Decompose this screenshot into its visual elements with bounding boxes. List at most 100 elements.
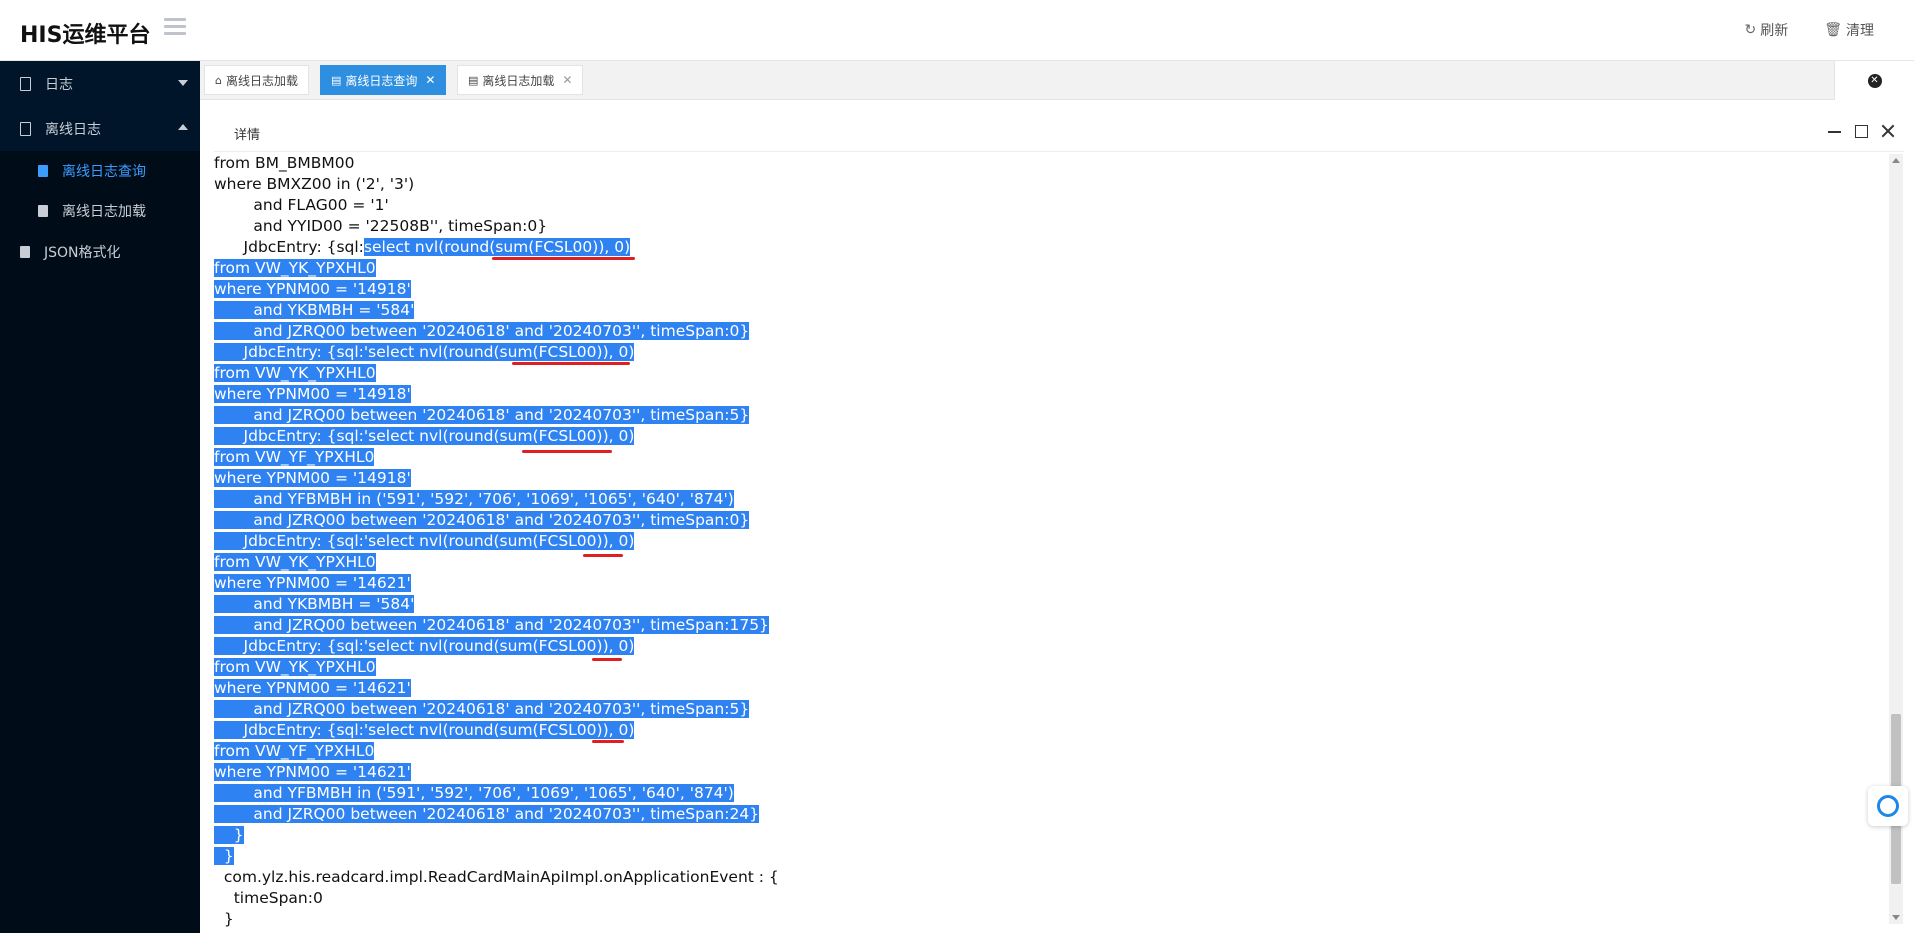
selected-text: and YFBMBH in ('591', '592', '706', '106… xyxy=(214,784,734,802)
log-line: and YFBMBH in ('591', '592', '706', '106… xyxy=(214,783,734,804)
log-line: and JZRQ00 between '20240618' and '20240… xyxy=(214,804,760,825)
selected-text: } xyxy=(214,847,234,865)
assistant-float-button[interactable] xyxy=(1868,786,1908,826)
red-underline-mark xyxy=(512,362,630,365)
log-line: and FLAG00 = '1' xyxy=(214,195,389,216)
log-line: and YFBMBH in ('591', '592', '706', '106… xyxy=(214,489,734,510)
log-line-text: JdbcEntry: {sql: xyxy=(214,238,364,256)
log-line: and YKBMBH = '584' xyxy=(214,594,415,615)
selected-text: from VW_YK_YPXHL0 xyxy=(214,658,376,676)
close-icon[interactable] xyxy=(1880,123,1896,139)
refresh-label: 刷新 xyxy=(1760,23,1789,39)
selected-text: where YPNM00 = '14918' xyxy=(214,469,411,487)
sidebar-item-offline-log-query[interactable]: 离线日志查询 xyxy=(0,151,200,191)
selected-text: where YPNM00 = '14918' xyxy=(214,280,411,298)
selected-text: where YPNM00 = '14621' xyxy=(214,574,411,592)
scroll-down-icon[interactable] xyxy=(1892,915,1900,920)
selected-text: JdbcEntry: {sql:'select nvl(round(sum(FC… xyxy=(214,637,635,655)
selected-text: and YKBMBH = '584' xyxy=(214,301,415,319)
red-underline-mark xyxy=(492,257,635,260)
file-icon xyxy=(20,121,31,136)
log-line-text: from BM_BMBM00 xyxy=(214,154,355,172)
document-icon xyxy=(20,246,30,258)
selected-text: JdbcEntry: {sql:'select nvl(round(sum(FC… xyxy=(214,532,635,550)
caret-up-icon xyxy=(178,124,188,130)
selected-text: and YKBMBH = '584' xyxy=(214,595,415,613)
log-line: and YYID00 = '22508B'', timeSpan:0} xyxy=(214,216,547,237)
selected-text: and JZRQ00 between '20240618' and '20240… xyxy=(214,511,750,529)
sync-icon xyxy=(1877,795,1899,817)
log-line: JdbcEntry: {sql:'select nvl(round(sum(FC… xyxy=(214,426,635,447)
tab-label: 离线日志加载 xyxy=(225,73,298,88)
log-line: } xyxy=(214,825,244,846)
maximize-icon[interactable] xyxy=(1855,125,1868,138)
log-line: JdbcEntry: {sql:'select nvl(round(sum(FC… xyxy=(214,342,635,363)
close-icon[interactable]: ✕ xyxy=(562,73,572,87)
minimize-icon[interactable] xyxy=(1827,123,1843,139)
app-title: HIS运维平台 xyxy=(20,23,151,48)
log-line: from VW_YK_YPXHL0 xyxy=(214,258,376,279)
log-line: where BMXZ00 in ('2', '3') xyxy=(214,174,414,195)
selected-text: and JZRQ00 between '20240618' and '20240… xyxy=(214,616,769,634)
log-line: from VW_YK_YPXHL0 xyxy=(214,363,376,384)
document-icon xyxy=(38,205,48,217)
log-line: where YPNM00 = '14918' xyxy=(214,468,411,489)
log-line: where YPNM00 = '14621' xyxy=(214,678,411,699)
red-underline-mark xyxy=(583,554,623,557)
sidebar-item-json-format[interactable]: JSON格式化 xyxy=(0,231,200,273)
selected-text: JdbcEntry: {sql:'select nvl(round(sum(FC… xyxy=(214,343,635,361)
tab-offline-log-load[interactable]: ▤ 离线日志加载 ✕ xyxy=(457,65,584,95)
log-line: JdbcEntry: {sql:'select nvl(round(sum(FC… xyxy=(214,636,635,657)
selected-text: from VW_YK_YPXHL0 xyxy=(214,259,376,277)
tab-offline-log-load-home[interactable]: ⌂ 离线日志加载 xyxy=(204,65,309,95)
close-circle-icon: ✕ xyxy=(1867,73,1882,88)
selected-text: from VW_YF_YPXHL0 xyxy=(214,742,375,760)
selected-text: and YFBMBH in ('591', '592', '706', '106… xyxy=(214,490,734,508)
document-icon: ▤ xyxy=(468,73,479,87)
top-header: HIS运维平台 ↻ 刷新 🗑 清理 xyxy=(0,0,1914,61)
clear-label: 清理 xyxy=(1846,23,1874,39)
sidebar-item-offline-log-load[interactable]: 离线日志加载 xyxy=(0,191,200,231)
detail-panel: 详情 from BM_BMBM00 where BMXZ00 in ('2', '… xyxy=(214,113,1904,933)
selected-text: from VW_YF_YPXHL0 xyxy=(214,448,375,466)
red-underline-mark xyxy=(522,450,612,453)
log-line: JdbcEntry: {sql:'select nvl(round(sum(FC… xyxy=(214,531,635,552)
log-line-text: com.ylz.his.readcard.impl.ReadCardMainAp… xyxy=(214,868,779,886)
log-line: and JZRQ00 between '20240618' and '20240… xyxy=(214,321,750,342)
tab-label: 离线日志加载 xyxy=(482,73,555,88)
log-line: } xyxy=(214,846,234,867)
log-line: where YPNM00 = '14621' xyxy=(214,573,411,594)
scroll-up-icon[interactable] xyxy=(1892,158,1900,163)
log-line: and JZRQ00 between '20240618' and '20240… xyxy=(214,510,750,531)
log-line: JdbcEntry: {sql:'select nvl(round(sum(FC… xyxy=(214,720,635,741)
close-all-tabs-button[interactable]: ✕ xyxy=(1834,61,1914,100)
panel-controls xyxy=(1827,123,1896,139)
log-content[interactable]: from BM_BMBM00where BMXZ00 in ('2', '3')… xyxy=(214,153,1894,933)
sidebar: 日志 离线日志 离线日志查询 离线日志加载 JSON格式化 xyxy=(0,61,200,933)
log-line: where YPNM00 = '14918' xyxy=(214,384,411,405)
document-icon xyxy=(38,165,48,177)
log-line-text: and YYID00 = '22508B'', timeSpan:0} xyxy=(214,217,548,235)
red-underline-mark xyxy=(592,740,624,743)
refresh-button[interactable]: ↻ 刷新 xyxy=(1744,20,1788,40)
log-line-text: and FLAG00 = '1' xyxy=(214,196,389,214)
selected-text: and JZRQ00 between '20240618' and '20240… xyxy=(214,700,750,718)
log-line: } xyxy=(214,909,234,930)
selected-text: where YPNM00 = '14621' xyxy=(214,763,411,781)
selected-text: and JZRQ00 between '20240618' and '20240… xyxy=(214,406,750,424)
close-icon[interactable]: ✕ xyxy=(425,73,435,87)
clear-button[interactable]: 🗑 清理 xyxy=(1824,20,1874,40)
selected-text: JdbcEntry: {sql:'select nvl(round(sum(FC… xyxy=(214,427,635,445)
log-line: from VW_YF_YPXHL0 xyxy=(214,741,375,762)
log-line: and JZRQ00 between '20240618' and '20240… xyxy=(214,699,750,720)
log-line: JdbcEntry: {sql:select nvl(round(sum(FCS… xyxy=(214,237,631,258)
top-actions: ↻ 刷新 🗑 清理 xyxy=(1744,20,1874,40)
tab-offline-log-query[interactable]: ▤ 离线日志查询 ✕ xyxy=(320,65,447,95)
log-line: from BM_BMBM00 xyxy=(214,153,355,174)
selected-text: and JZRQ00 between '20240618' and '20240… xyxy=(214,322,750,340)
menu-toggle-icon[interactable] xyxy=(164,18,186,36)
sidebar-item-offline-log[interactable]: 离线日志 xyxy=(0,106,200,151)
sidebar-item-log[interactable]: 日志 xyxy=(0,61,200,106)
selected-text: and JZRQ00 between '20240618' and '20240… xyxy=(214,805,760,823)
sidebar-item-label: 离线日志查询 xyxy=(62,164,146,180)
